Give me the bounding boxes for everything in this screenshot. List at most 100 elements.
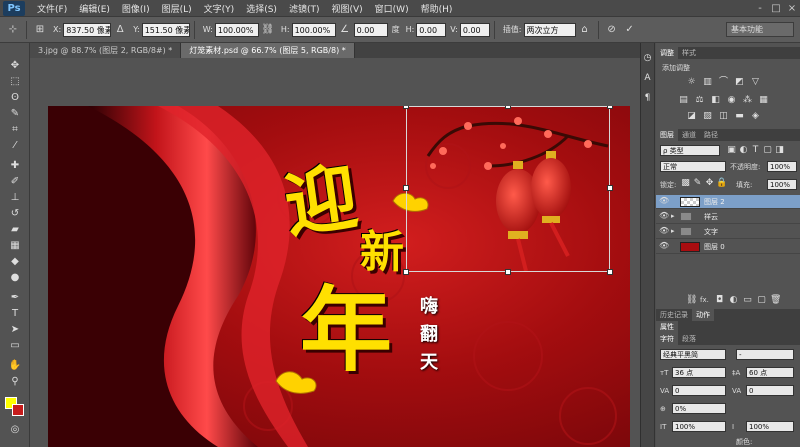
tab-paths[interactable]: 路径 [700, 129, 722, 141]
menu-select[interactable]: 选择(S) [240, 2, 283, 15]
y-position-input[interactable]: 151.50 像素 [141, 22, 190, 37]
commit-transform-icon[interactable]: ✓ [623, 23, 637, 37]
marquee-tool-icon[interactable]: ⬚ [7, 75, 23, 89]
lasso-tool-icon[interactable]: ʘ [7, 91, 23, 105]
color-balance-icon[interactable]: ⚖ [694, 95, 705, 106]
width-input[interactable]: 100.00% [214, 22, 259, 37]
color-lookup-icon[interactable]: ▦ [758, 95, 769, 106]
transform-handle-bottom[interactable] [505, 269, 511, 275]
gradient-tool-icon[interactable]: ▦ [7, 239, 23, 253]
transform-handle-top-right[interactable] [607, 106, 613, 109]
reference-point-icon[interactable]: ⊞ [33, 23, 47, 37]
filter-type-icon[interactable]: T [750, 145, 761, 156]
filter-image-icon[interactable]: ▣ [726, 145, 737, 156]
h-skew-input[interactable]: 0.00 [416, 22, 447, 37]
paragraph-panel-icon[interactable]: ¶ [642, 93, 653, 104]
crop-tool-icon[interactable]: ⌗ [7, 123, 23, 137]
lock-position-icon[interactable]: ✥ [704, 178, 715, 189]
curves-icon[interactable]: ⌒ [718, 77, 729, 88]
angle-input[interactable]: 0.00 [353, 22, 388, 37]
x-position-input[interactable]: 837.50 像素 [63, 22, 112, 37]
shape-tool-icon[interactable]: ▭ [7, 339, 23, 353]
brightness-icon[interactable]: ☼ [686, 77, 697, 88]
pen-tool-icon[interactable]: ✒ [7, 291, 23, 305]
tab-properties[interactable]: 属性 [656, 321, 678, 333]
exposure-icon[interactable]: ◩ [734, 77, 745, 88]
leading-input[interactable]: 60 点 [746, 367, 794, 378]
minimize-button[interactable]: - [752, 3, 768, 14]
hue-saturation-icon[interactable]: ▤ [678, 95, 689, 106]
transform-tool-icon[interactable]: ⊹ [6, 23, 20, 37]
menu-layer[interactable]: 图层(L) [156, 2, 198, 15]
lock-transparent-icon[interactable]: ▩ [680, 178, 691, 189]
clone-stamp-icon[interactable]: ⊥ [7, 191, 23, 205]
transform-handle-bottom-left[interactable] [403, 269, 409, 275]
menu-file[interactable]: 文件(F) [31, 2, 73, 15]
layer-row-xiangyun[interactable]: 👁 ▸ 祥云 [656, 210, 800, 224]
mask-icon[interactable]: ◘ [714, 295, 725, 306]
maximize-button[interactable]: □ [768, 3, 784, 14]
layer-filter-select[interactable]: ρ 类型 [660, 145, 720, 156]
move-tool-icon[interactable]: ✥ [7, 59, 23, 73]
posterize-icon[interactable]: ▨ [702, 111, 713, 122]
background-color-swatch[interactable] [12, 404, 24, 416]
filter-smart-icon[interactable]: ◨ [774, 145, 785, 156]
vibrance-icon[interactable]: ▽ [750, 77, 761, 88]
eyedropper-icon[interactable]: ⁄ [7, 139, 23, 153]
tracking-input[interactable]: 0 [746, 385, 794, 396]
close-button[interactable]: × [784, 3, 800, 14]
kerning-input[interactable]: 0 [672, 385, 726, 396]
blur-tool-icon[interactable]: ◆ [7, 255, 23, 269]
document-canvas[interactable]: 迎 新 年 嗨 翻 天 [48, 106, 630, 447]
quick-select-icon[interactable]: ✎ [7, 107, 23, 121]
lock-all-icon[interactable]: 🔒 [716, 178, 727, 189]
link-icon[interactable]: ⛓ [261, 23, 275, 37]
levels-icon[interactable]: ▥ [702, 77, 713, 88]
photo-filter-icon[interactable]: ◉ [726, 95, 737, 106]
tab-lantern-psd[interactable]: 灯笼素材.psd @ 66.7% (图层 5, RGB/8) * [181, 43, 355, 58]
transform-handle-bottom-right[interactable] [607, 269, 613, 275]
interpolation-select[interactable]: 两次立方 [523, 22, 576, 37]
gradient-map-icon[interactable]: ▬ [734, 111, 745, 122]
transform-handle-top-left[interactable] [403, 106, 409, 109]
height-input[interactable]: 100.00% [291, 22, 336, 37]
vertical-scale-input[interactable]: 100% [672, 421, 726, 432]
link-icon[interactable]: ⛓ [686, 295, 697, 306]
filter-shape-icon[interactable]: ▢ [762, 145, 773, 156]
cancel-transform-icon[interactable]: ⊘ [605, 23, 619, 37]
visibility-eye-icon[interactable]: 👁 [659, 211, 669, 220]
menu-edit[interactable]: 编辑(E) [73, 2, 116, 15]
expand-arrow-icon[interactable]: ▸ [671, 227, 675, 235]
visibility-eye-icon[interactable]: 👁 [659, 241, 669, 250]
opacity-input[interactable]: 100% [767, 161, 797, 172]
visibility-eye-icon[interactable]: 👁 [659, 226, 669, 235]
blend-mode-select[interactable]: 正常 [660, 161, 726, 172]
history-panel-icon[interactable]: ◷ [642, 53, 653, 64]
tab-styles[interactable]: 样式 [678, 47, 700, 59]
workspace-select[interactable]: 基本功能 [726, 22, 794, 37]
free-transform-bounding-box[interactable] [403, 106, 613, 275]
tab-channels[interactable]: 通道 [678, 129, 700, 141]
horizontal-scale-input[interactable]: 100% [746, 421, 794, 432]
character-panel-icon[interactable]: A [642, 73, 653, 84]
visibility-eye-icon[interactable]: 👁 [659, 196, 669, 205]
selective-color-icon[interactable]: ◈ [750, 111, 761, 122]
quick-mask-icon[interactable]: ◎ [7, 423, 23, 437]
folder-icon[interactable]: ▭ [742, 295, 753, 306]
font-style-select[interactable]: - [736, 349, 794, 360]
menu-view[interactable]: 视图(V) [325, 2, 368, 15]
eraser-icon[interactable]: ▰ [7, 223, 23, 237]
transform-handle-right[interactable] [607, 185, 613, 191]
history-brush-icon[interactable]: ↺ [7, 207, 23, 221]
layer-row-layer2[interactable]: 👁 图层 2 [656, 195, 800, 209]
expand-arrow-icon[interactable]: ▸ [671, 212, 675, 220]
adjustment-icon[interactable]: ◐ [728, 295, 739, 306]
warp-icon[interactable]: ⌂ [578, 23, 592, 37]
font-family-select[interactable]: 经典平黑简 [660, 349, 726, 360]
tsume-input[interactable]: 0% [672, 403, 726, 414]
threshold-icon[interactable]: ◫ [718, 111, 729, 122]
tab-3-jpg[interactable]: 3.jpg @ 88.7% (图层 2, RGB/8#) * [30, 43, 182, 58]
menu-type[interactable]: 文字(Y) [198, 2, 241, 15]
tab-layers[interactable]: 图层 [656, 129, 678, 141]
type-tool-icon[interactable]: T [7, 307, 23, 321]
